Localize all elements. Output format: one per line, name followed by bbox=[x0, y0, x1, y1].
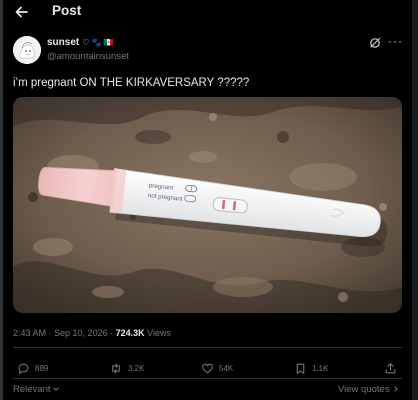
bookmark-button[interactable]: 1.1K bbox=[294, 362, 328, 375]
views-count: 724.3K bbox=[115, 328, 145, 338]
avatar[interactable] bbox=[13, 36, 41, 64]
grok-icon[interactable] bbox=[369, 36, 381, 48]
meta-separator: · bbox=[46, 328, 55, 338]
chevron-down-icon bbox=[52, 387, 59, 392]
post-time[interactable]: 2:43 AM bbox=[13, 328, 46, 338]
like-count: 54K bbox=[219, 364, 234, 373]
repost-button[interactable]: 3.2K bbox=[109, 362, 144, 375]
page-title: Post bbox=[52, 3, 82, 18]
view-quotes-link[interactable]: View quotes bbox=[338, 384, 400, 395]
author-handle[interactable]: @amountainsunset bbox=[47, 51, 129, 62]
view-quotes-label: View quotes bbox=[338, 384, 390, 395]
reply-button[interactable]: 889 bbox=[17, 362, 48, 375]
scrollbar[interactable] bbox=[412, 0, 418, 400]
reply-count: 889 bbox=[35, 364, 49, 373]
share-icon bbox=[385, 363, 396, 374]
share-button[interactable] bbox=[384, 362, 397, 375]
reply-icon bbox=[18, 363, 29, 375]
sort-replies-dropdown[interactable]: Relevant bbox=[13, 384, 60, 395]
more-options-icon[interactable]: ··· bbox=[388, 34, 403, 48]
repost-icon bbox=[112, 363, 120, 374]
name-emojis: ♡ 🐾 🇲🇽 bbox=[82, 38, 114, 47]
divider bbox=[13, 378, 402, 379]
like-button[interactable]: 54K bbox=[201, 362, 233, 375]
chevron-right-icon bbox=[394, 386, 398, 393]
bookmark-icon bbox=[296, 363, 305, 374]
repost-count: 3.2K bbox=[128, 364, 145, 373]
header: Post bbox=[0, 0, 412, 26]
window-border-left bbox=[0, 0, 3, 400]
arrow-left-icon[interactable] bbox=[12, 2, 32, 22]
meta-separator: · bbox=[107, 328, 116, 338]
author-name[interactable]: sunset ♡ 🐾 🇲🇽 bbox=[47, 37, 114, 48]
display-name[interactable]: sunset bbox=[47, 37, 79, 48]
post-meta: 2:43 AM · Sep 10, 2026 · 724.3K Views bbox=[13, 328, 171, 338]
sort-label: Relevant bbox=[13, 384, 51, 395]
post-image[interactable]: pregnant not pregnant bbox=[13, 97, 402, 313]
post-text: i’m pregnant ON THE KIRKAVERSARY ????? bbox=[13, 77, 250, 89]
views-label: Views bbox=[147, 328, 171, 338]
divider bbox=[13, 347, 402, 348]
heart-icon bbox=[202, 363, 213, 374]
post-date[interactable]: Sep 10, 2026 bbox=[54, 328, 108, 338]
bookmark-count: 1.1K bbox=[312, 364, 329, 373]
